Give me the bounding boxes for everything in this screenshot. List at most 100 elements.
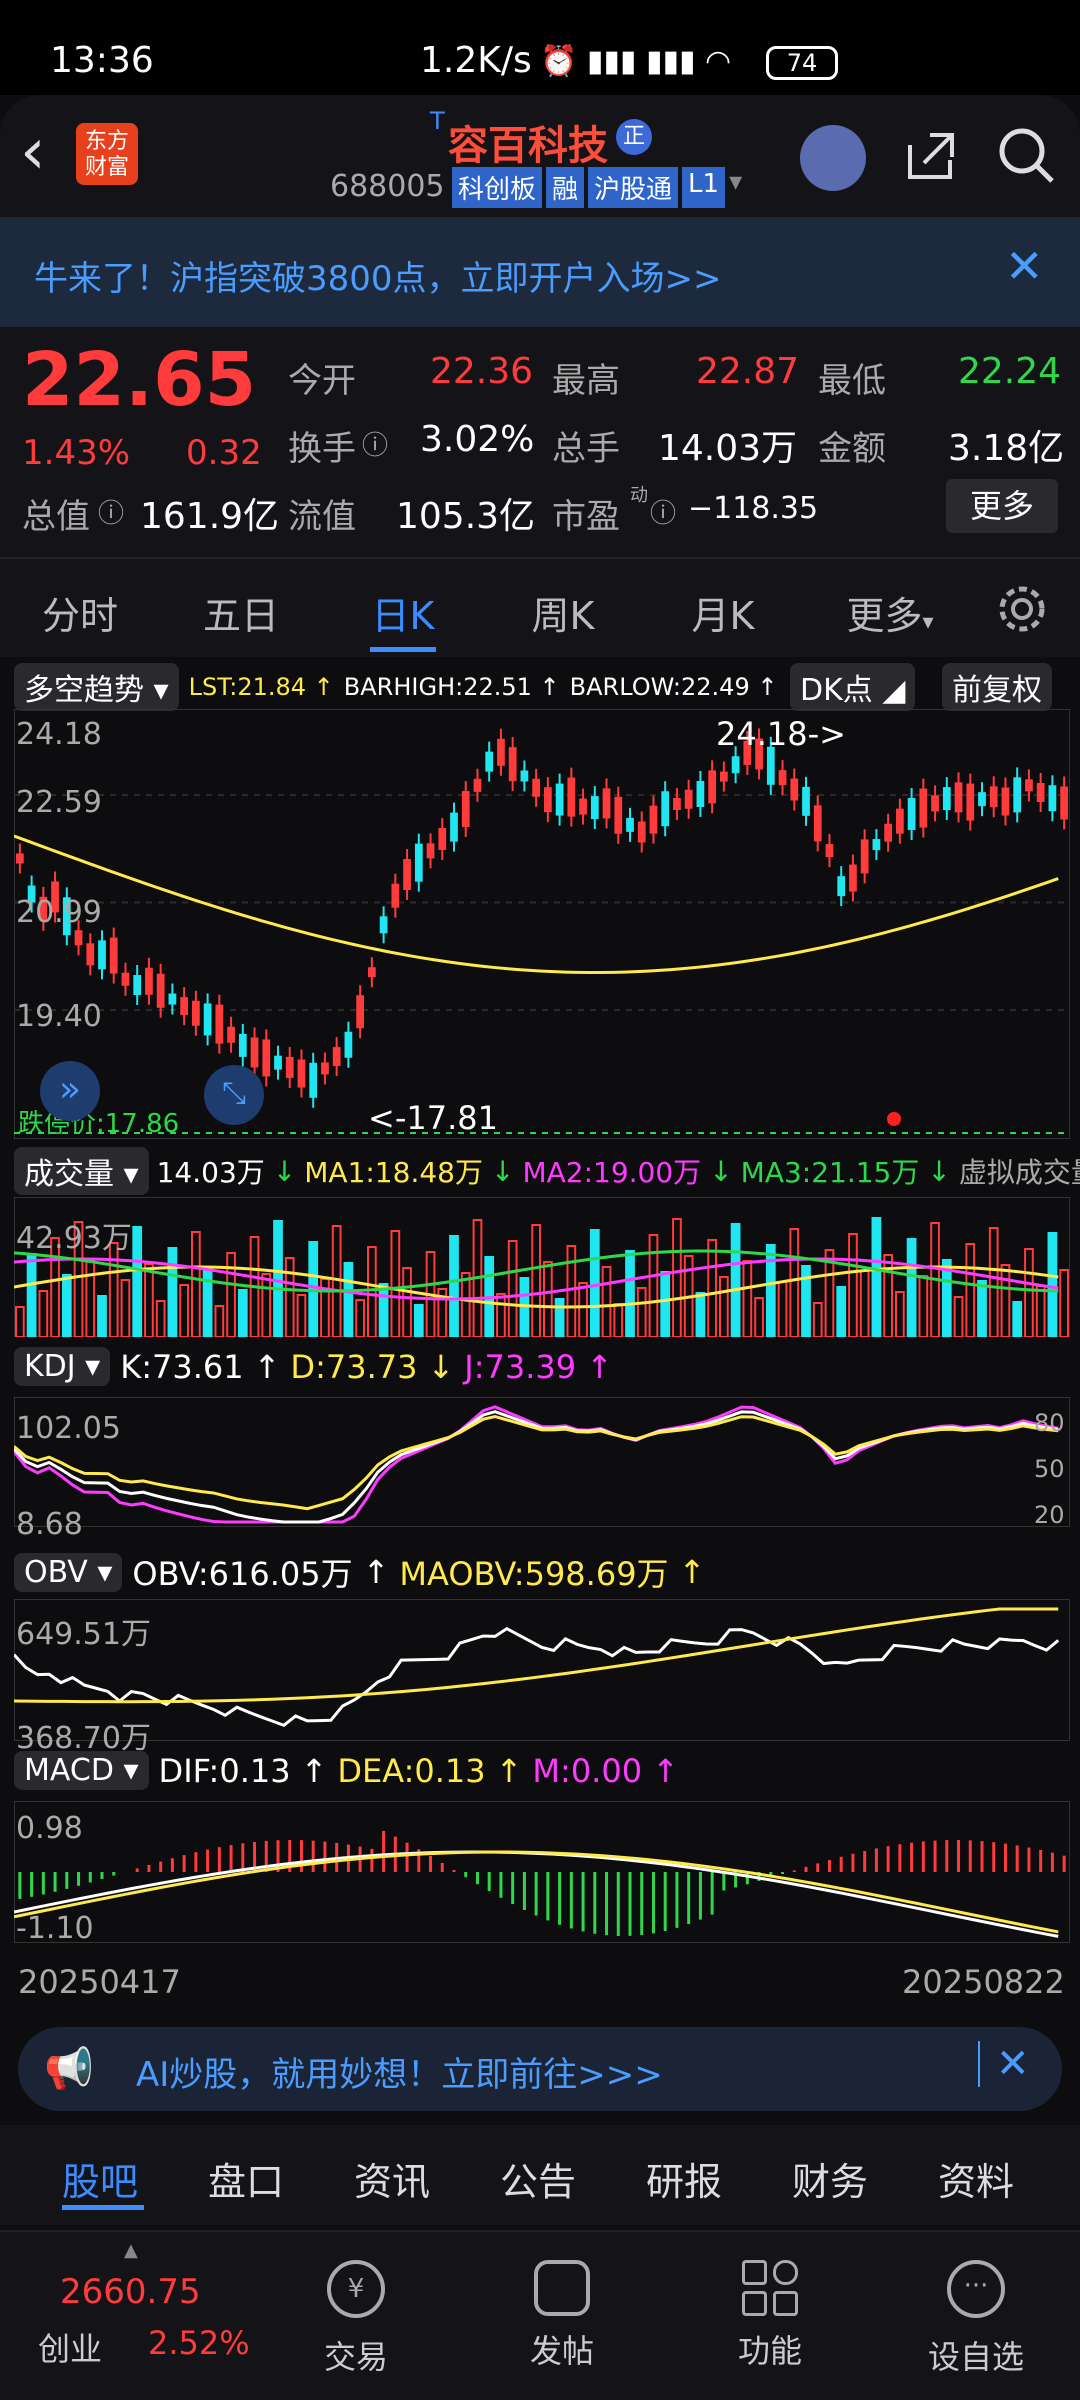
candle-body <box>238 1033 247 1057</box>
dk-point-button[interactable]: DK点 ◢ <box>790 663 916 711</box>
volume-bar <box>144 1263 154 1337</box>
kline-chart[interactable] <box>14 709 1070 1139</box>
quote-panel: 22.65 1.43% 0.32 今开 22.36 最高 22.87 最低 22… <box>0 327 1080 557</box>
expand-left-icon[interactable]: » <box>40 1061 100 1121</box>
candle-body <box>567 777 576 817</box>
pct-change: 1.43% <box>22 433 131 473</box>
tab-day-k[interactable]: 日K <box>328 585 478 640</box>
app-logo: 东方 财富 <box>76 123 138 185</box>
ma-line <box>14 834 1059 974</box>
nav-trade[interactable]: ¥ 交易 <box>286 2260 426 2378</box>
more-button[interactable]: 更多 <box>946 479 1058 533</box>
barhigh-value: BARHIGH:22.51 ↑ <box>343 673 560 701</box>
candle-body <box>1025 779 1033 792</box>
macd-selector[interactable]: MACD ▾ <box>14 1751 149 1790</box>
volume-bar <box>1059 1269 1070 1337</box>
volume-bar <box>38 1290 49 1337</box>
volume-bar <box>402 1267 412 1337</box>
candle-body <box>473 778 482 792</box>
volume-bar <box>120 1279 131 1337</box>
ad-divider <box>978 2041 980 2087</box>
kdj-j: J:73.39 <box>464 1347 577 1386</box>
kdj-level-80: 80 <box>1034 1409 1065 1437</box>
info-icon[interactable]: ⓘ <box>362 425 388 462</box>
ai-ad-bar[interactable]: 📢 AI炒股，就用妙想！立即前往>>> ✕ <box>18 2027 1062 2111</box>
kdj-chart[interactable] <box>14 1397 1070 1527</box>
tab-notice[interactable]: 公告 <box>500 2151 576 2206</box>
trend-selector[interactable]: 多空趋势 ▾ <box>14 663 179 711</box>
nav-post[interactable]: 发帖 <box>492 2260 632 2372</box>
close-icon[interactable]: ✕ <box>996 2041 1030 2087</box>
tab-pankou[interactable]: 盘口 <box>208 2151 284 2206</box>
nav-function[interactable]: 功能 <box>700 2260 840 2372</box>
volume-bar <box>108 1242 119 1337</box>
nav-watchlist[interactable]: ··· 设自选 <box>906 2260 1046 2378</box>
volume-bar <box>367 1246 377 1337</box>
candle-body <box>907 798 916 831</box>
chevron-down-icon[interactable]: ▾ <box>729 167 742 208</box>
volume-bar <box>730 1223 741 1337</box>
limit-down-price: 跌停价:17.86 <box>18 1109 180 1139</box>
mcap-value: 161.9亿 <box>140 496 280 537</box>
volume-bar <box>859 1270 870 1337</box>
volume-bar <box>613 1303 624 1337</box>
tab-month-k[interactable]: 月K <box>648 585 798 640</box>
info-icon[interactable]: ⓘ <box>98 493 124 530</box>
clock: 13:36 <box>50 40 154 81</box>
tab-intraday[interactable]: 分时 <box>5 585 155 640</box>
close-icon[interactable]: ✕ <box>1005 239 1044 293</box>
volume-chart[interactable] <box>14 1197 1070 1337</box>
volume-bar <box>15 1306 25 1337</box>
volume-selector[interactable]: 成交量 ▾ <box>14 1147 149 1195</box>
stock-code: 688005 <box>330 169 445 204</box>
promo-banner[interactable]: 牛来了！沪指突破3800点，立即开户入场>> ✕ <box>0 217 1080 327</box>
candle-body <box>626 817 634 832</box>
info-icon[interactable]: ⓘ <box>650 493 676 530</box>
back-button[interactable]: ‹ <box>20 115 46 189</box>
candle-body <box>461 791 470 828</box>
robot-avatar-icon[interactable] <box>800 125 866 191</box>
high-value: 22.87 <box>696 351 800 392</box>
obv-selector[interactable]: OBV ▾ <box>14 1552 123 1592</box>
tab-guba[interactable]: 股吧 <box>62 2151 138 2206</box>
candle-body <box>978 792 986 807</box>
volume-bar <box>97 1295 107 1337</box>
volume-bar <box>672 1218 682 1337</box>
fq-button[interactable]: 前复权 <box>942 663 1052 711</box>
date-end: 20250822 <box>902 1963 1065 2001</box>
tab-week-k[interactable]: 周K <box>488 585 638 640</box>
grid-icon <box>742 2260 798 2316</box>
zheng-badge: 正 <box>616 119 652 155</box>
kdj-selector[interactable]: KDJ ▾ <box>14 1347 111 1386</box>
fullscreen-icon[interactable]: ⤡ <box>204 1065 264 1125</box>
volume-bar <box>261 1273 272 1337</box>
tab-finance[interactable]: 财务 <box>792 2151 868 2206</box>
gear-icon[interactable] <box>996 583 1048 635</box>
tab-more[interactable]: 更多▾ <box>815 585 965 640</box>
macd-chart[interactable] <box>14 1801 1070 1943</box>
volume-bar <box>1000 1264 1011 1337</box>
candle-body <box>1001 787 1010 816</box>
volume-bar <box>1047 1232 1058 1337</box>
candle-body <box>262 1039 271 1077</box>
tab-news[interactable]: 资讯 <box>354 2151 430 2206</box>
tab-profile[interactable]: 资料 <box>938 2151 1014 2206</box>
lst-value: LST:21.84 ↑ <box>188 673 334 701</box>
index-name: 创业 <box>38 2330 103 2368</box>
obv-value: OBV:616.05万 <box>132 1555 353 1593</box>
candle-body <box>602 788 611 819</box>
tab-research[interactable]: 研报 <box>646 2151 722 2206</box>
search-icon[interactable] <box>996 125 1056 185</box>
tab-5day[interactable]: 五日 <box>166 585 316 640</box>
volume-bar <box>519 1277 530 1337</box>
info-tabs: 股吧 盘口 资讯 公告 研报 财务 资料 <box>0 2125 1080 2225</box>
candle-body <box>227 1026 235 1043</box>
status-bar: 13:36 1.2K/s ⏰ ▮▮▮ ▮▮▮ ◠ 74 <box>0 0 1080 95</box>
volume-bar <box>789 1228 800 1337</box>
index-value[interactable]: 2660.75 <box>60 2272 201 2312</box>
candle-body <box>708 770 716 804</box>
share-icon[interactable] <box>900 125 960 185</box>
obv-top-label: 649.51万 <box>16 1617 151 1652</box>
last-price: 22.65 <box>22 337 257 423</box>
obv-chart[interactable] <box>14 1599 1070 1741</box>
